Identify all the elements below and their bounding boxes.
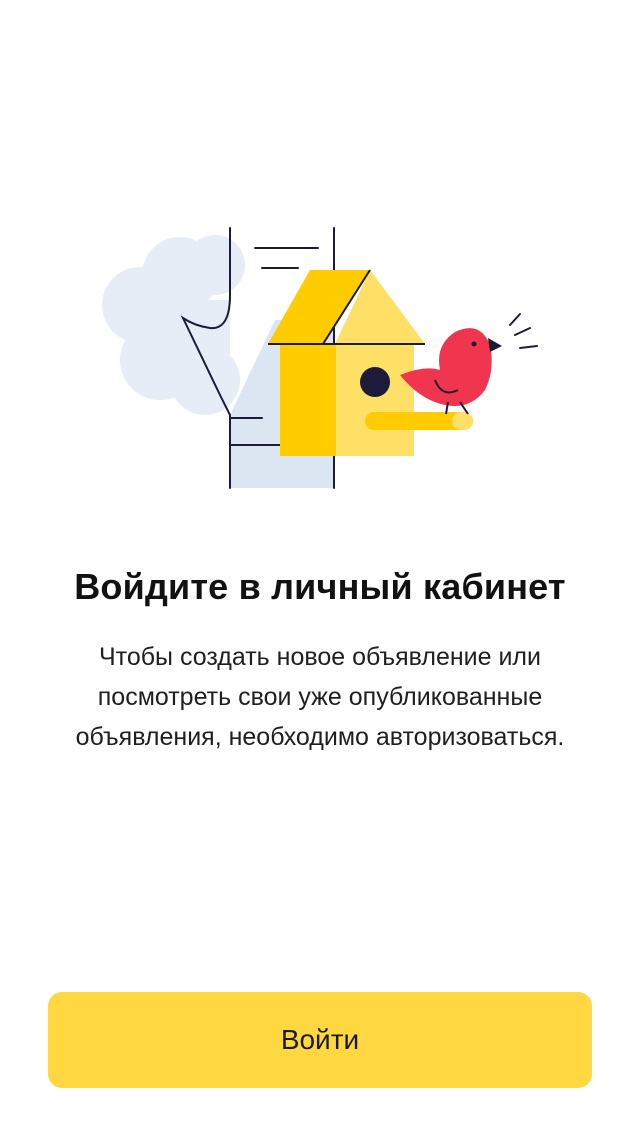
birdhouse-with-bird-icon — [102, 227, 538, 489]
auth-description: Чтобы создать новое объявление или посмо… — [75, 643, 565, 751]
bird-icon — [400, 313, 538, 415]
cloud-icon — [102, 235, 245, 415]
birdhouse-illustration — [90, 220, 550, 495]
page-title: Войдите в личный кабинет — [74, 566, 566, 607]
login-button[interactable]: Войти — [48, 992, 592, 1088]
